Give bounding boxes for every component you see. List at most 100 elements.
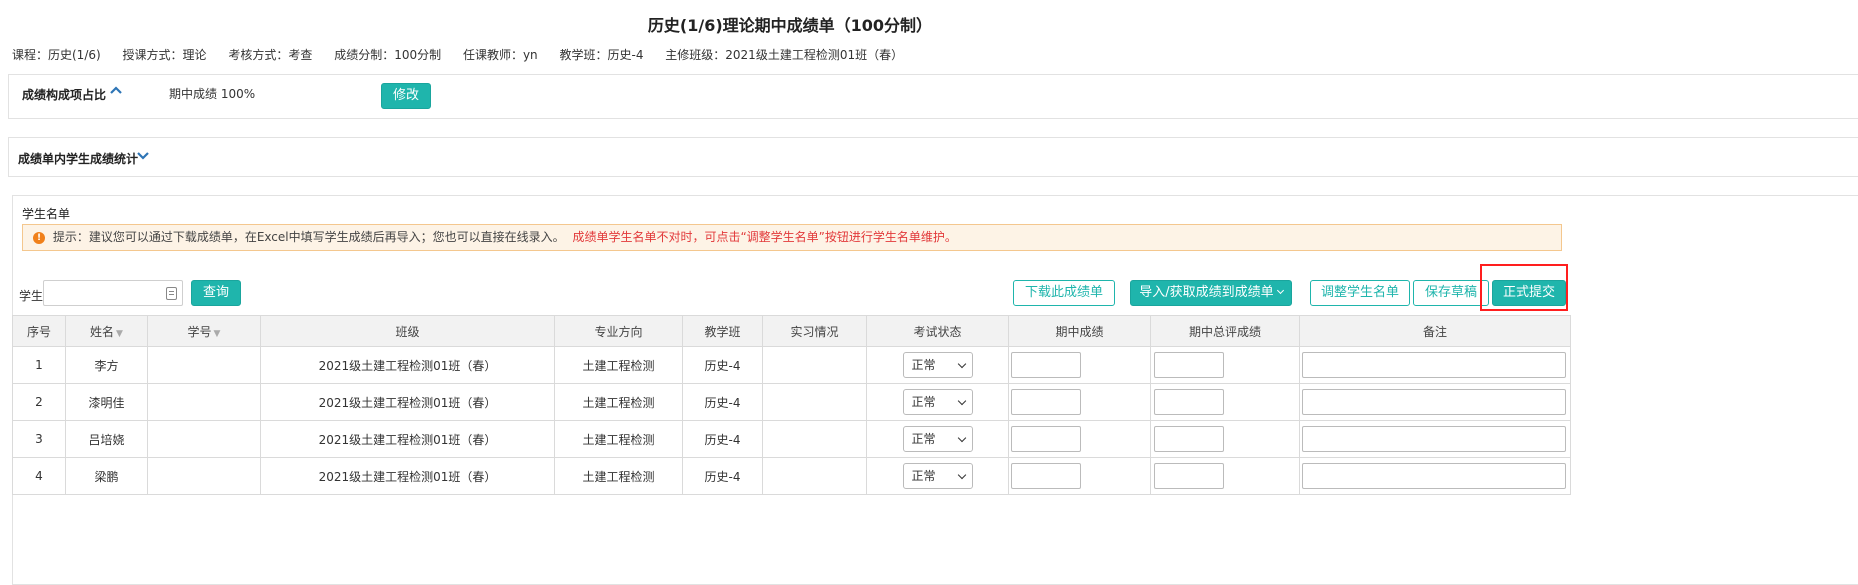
cell-midterm: [1008, 383, 1151, 421]
sort-icon: ▼: [213, 328, 221, 339]
col-header-no: 序号: [12, 315, 66, 347]
cell-remark: [1299, 346, 1571, 384]
cell-name: 吕培娆: [65, 420, 148, 458]
col-header-tclass: 教学班: [682, 315, 763, 347]
cell-class: 2021级土建工程检测01班（春）: [260, 457, 555, 495]
cell-intern: [762, 457, 867, 495]
import-button[interactable]: 导入/获取成绩到成绩单: [1130, 280, 1292, 306]
cell-major: 土建工程检测: [554, 420, 683, 458]
tip-box: ! 提示：建议您可以通过下载成绩单，在Excel中填写学生成绩后再导入；您也可以…: [22, 224, 1562, 251]
cell-total: [1150, 457, 1300, 495]
cell-status: 正常: [866, 457, 1009, 495]
col-header-remark: 备注: [1299, 315, 1571, 347]
total-score-input[interactable]: [1154, 389, 1224, 415]
info-course: 课程：历史(1/6): [12, 48, 101, 62]
info-score-scale: 成绩分制：100分制: [334, 48, 442, 62]
cell-total: [1150, 346, 1300, 384]
composition-text: 期中成绩 100%: [169, 87, 256, 101]
cell-intern: [762, 346, 867, 384]
cell-midterm: [1008, 457, 1151, 495]
cell-midterm: [1008, 420, 1151, 458]
midterm-score-input[interactable]: [1011, 426, 1081, 452]
cell-no: 1: [12, 346, 66, 384]
cell-tclass: 历史-4: [682, 346, 763, 384]
edit-button[interactable]: 修改: [381, 83, 431, 109]
info-teacher: 任课教师：yn: [462, 48, 538, 62]
col-header-id-label: 学号: [187, 324, 212, 339]
chevron-down-icon[interactable]: [136, 148, 150, 162]
cell-midterm: [1008, 346, 1151, 384]
keyboard-icon[interactable]: [166, 287, 177, 300]
col-header-name-label: 姓名: [90, 324, 115, 339]
cell-no: 2: [12, 383, 66, 421]
cell-total: [1150, 383, 1300, 421]
midterm-score-input[interactable]: [1011, 463, 1081, 489]
col-header-total: 期中总评成绩: [1150, 315, 1300, 347]
total-score-input[interactable]: [1154, 352, 1224, 378]
cell-major: 土建工程检测: [554, 457, 683, 495]
cell-class: 2021级土建工程检测01班（春）: [260, 346, 555, 384]
cell-id: [147, 457, 261, 495]
cell-remark: [1299, 383, 1571, 421]
col-header-midterm: 期中成绩: [1008, 315, 1151, 347]
remark-input[interactable]: [1302, 389, 1566, 415]
search-input[interactable]: [43, 280, 183, 306]
save-draft-button[interactable]: 保存草稿: [1413, 280, 1489, 306]
total-score-input[interactable]: [1154, 463, 1224, 489]
table-row: 1 李方 2021级土建工程检测01班（春） 土建工程检测 历史-4 正常: [12, 346, 1571, 384]
course-info-bar: 课程：历史(1/6) 授课方式：理论 考核方式：考查 成绩分制：100分制 任课…: [12, 46, 921, 63]
status-select[interactable]: 正常: [902, 426, 973, 452]
cell-remark: [1299, 457, 1571, 495]
sort-icon: ▼: [116, 328, 123, 339]
status-select[interactable]: 正常: [902, 463, 973, 489]
remark-input[interactable]: [1302, 352, 1566, 378]
stats-title: 成绩单内学生成绩统计: [18, 152, 139, 166]
remark-input[interactable]: [1302, 426, 1566, 452]
highlight-box: [1480, 264, 1568, 311]
table-row: 4 梁鹏 2021级土建工程检测01班（春） 土建工程检测 历史-4 正常: [12, 457, 1571, 495]
stats-panel: 成绩单内学生成绩统计: [8, 137, 1858, 177]
col-header-id[interactable]: 学号 ▼: [147, 315, 261, 347]
status-select[interactable]: 正常: [902, 352, 973, 378]
status-select[interactable]: 正常: [902, 389, 973, 415]
chevron-down-icon: [1276, 286, 1284, 295]
col-header-class: 班级: [260, 315, 555, 347]
cell-status: 正常: [866, 346, 1009, 384]
cell-status: 正常: [866, 420, 1009, 458]
cell-total: [1150, 420, 1300, 458]
cell-tclass: 历史-4: [682, 457, 763, 495]
query-button[interactable]: 查询: [191, 280, 241, 306]
page-title: 历史(1/6)理论期中成绩单（100分制）: [647, 16, 933, 35]
table-header-row: 序号 姓名 ▼ 学号 ▼ 班级 专业方向 教学班 实习情况 考试状态 期中成绩 期中…: [12, 315, 1571, 347]
remark-input[interactable]: [1302, 463, 1566, 489]
cell-name: 漆明佳: [65, 383, 148, 421]
info-exam-mode: 考核方式：考查: [228, 48, 313, 62]
info-class: 教学班：历史-4: [559, 48, 644, 62]
chevron-up-icon[interactable]: [109, 84, 123, 98]
table-row: 3 吕培娆 2021级土建工程检测01班（春） 土建工程检测 历史-4 正常: [12, 420, 1571, 458]
cell-id: [147, 383, 261, 421]
cell-name: 梁鹏: [65, 457, 148, 495]
student-list-title: 学生名单: [22, 207, 71, 221]
cell-status: 正常: [866, 383, 1009, 421]
composition-panel: 成绩构成项占比 期中成绩 100% 修改: [8, 74, 1858, 119]
cell-intern: [762, 420, 867, 458]
cell-major: 土建工程检测: [554, 383, 683, 421]
cell-name: 李方: [65, 346, 148, 384]
cell-tclass: 历史-4: [682, 383, 763, 421]
col-header-intern: 实习情况: [762, 315, 867, 347]
midterm-score-input[interactable]: [1011, 352, 1081, 378]
col-header-major: 专业方向: [554, 315, 683, 347]
import-button-label: 导入/获取成绩到成绩单: [1139, 285, 1274, 300]
adjust-students-button[interactable]: 调整学生名单: [1310, 280, 1410, 306]
cell-tclass: 历史-4: [682, 420, 763, 458]
col-header-status: 考试状态: [866, 315, 1009, 347]
cell-no: 3: [12, 420, 66, 458]
col-header-name[interactable]: 姓名 ▼: [65, 315, 148, 347]
warning-icon: !: [33, 231, 45, 244]
download-button[interactable]: 下载此成绩单: [1013, 280, 1115, 306]
midterm-score-input[interactable]: [1011, 389, 1081, 415]
cell-remark: [1299, 420, 1571, 458]
cell-id: [147, 346, 261, 384]
total-score-input[interactable]: [1154, 426, 1224, 452]
